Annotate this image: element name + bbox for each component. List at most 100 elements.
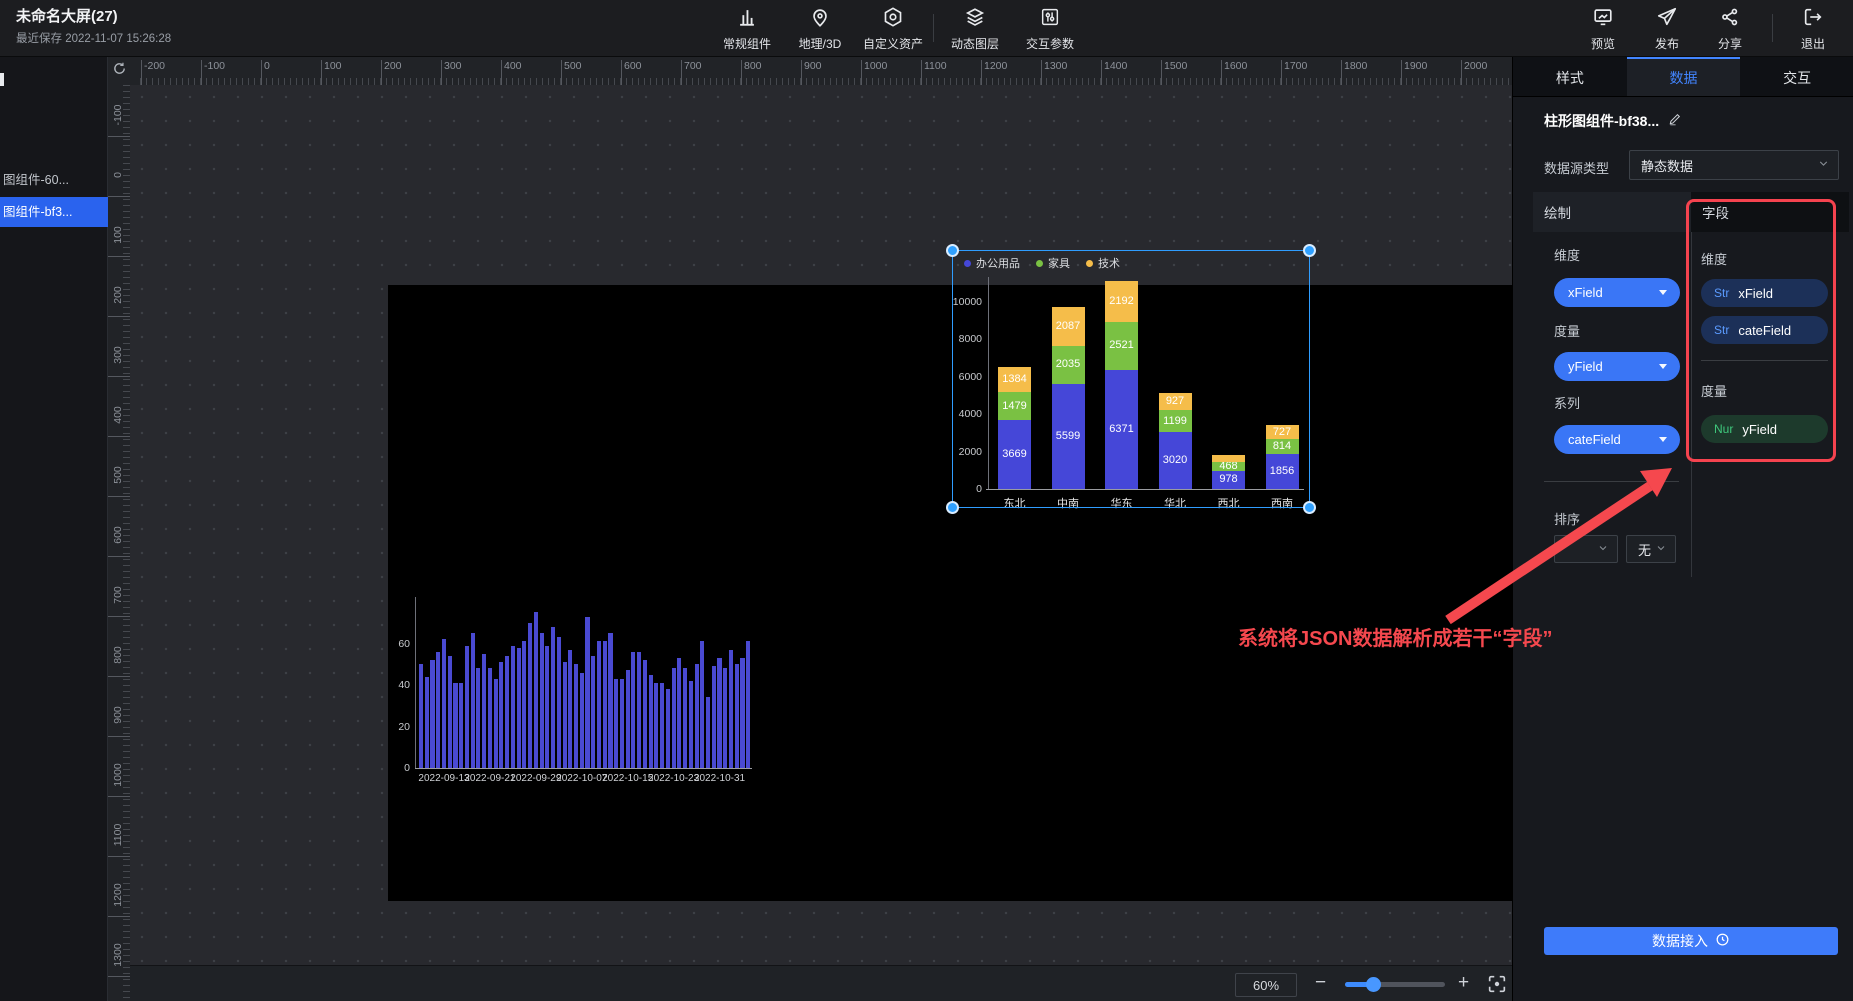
edit-pencil-icon[interactable] bbox=[1668, 112, 1682, 131]
action-publish[interactable]: 发布 bbox=[1631, 6, 1703, 52]
ruler-label: 1100 bbox=[112, 815, 124, 855]
zoom-slider-handle[interactable] bbox=[1366, 977, 1381, 992]
toolbar-item-dynamic-layers[interactable]: 动态图层 bbox=[939, 6, 1011, 52]
ruler-label: -200 bbox=[144, 60, 165, 72]
field-chip-yfield[interactable]: Nur yField bbox=[1701, 415, 1828, 443]
sort-field-select[interactable] bbox=[1554, 535, 1618, 563]
paper-plane-icon bbox=[1656, 15, 1678, 32]
draw-column-divider bbox=[1544, 481, 1679, 482]
zoom-in-button[interactable]: + bbox=[1458, 971, 1469, 995]
editor-canvas[interactable] bbox=[130, 85, 1512, 1001]
toolbar-item-geo3d[interactable]: 地理/3D bbox=[784, 6, 856, 52]
toolbar-item-components[interactable]: 常规组件 bbox=[711, 6, 783, 52]
measure-label: 度量 bbox=[1554, 321, 1580, 340]
resize-handle-nw[interactable] bbox=[946, 244, 959, 257]
monitor-icon bbox=[1592, 15, 1614, 32]
ruler-label: 1400 bbox=[1104, 60, 1127, 72]
field-chip-xfield[interactable]: Str xField bbox=[1701, 279, 1828, 307]
layer-item[interactable]: 图组件-bf3... bbox=[0, 197, 108, 227]
ruler-tick bbox=[108, 196, 130, 197]
ruler-label: 1300 bbox=[1044, 60, 1067, 72]
ruler-tick bbox=[108, 496, 130, 497]
series-select-pill[interactable]: cateField bbox=[1554, 425, 1680, 454]
fields-column-divider bbox=[1701, 360, 1828, 361]
ruler-tick bbox=[108, 676, 130, 677]
ruler-label: 0 bbox=[264, 60, 270, 72]
vertical-ruler: -100010020030040050060070080090010001100… bbox=[108, 85, 130, 1001]
ruler-label: 1800 bbox=[1344, 60, 1367, 72]
toolbar-item-custom-assets[interactable]: 自定义资产 bbox=[857, 6, 929, 52]
column-divider bbox=[1691, 232, 1692, 577]
ruler-label: 1200 bbox=[984, 60, 1007, 72]
ruler-label: 600 bbox=[624, 60, 642, 72]
ruler-tick bbox=[108, 316, 130, 317]
ruler-tick bbox=[108, 976, 130, 977]
datasource-select[interactable]: 静态数据 bbox=[1629, 150, 1839, 180]
fields-column-header[interactable]: 字段 bbox=[1691, 192, 1849, 232]
ruler-tick bbox=[108, 796, 130, 797]
exit-icon bbox=[1802, 15, 1824, 32]
clock-circle-icon bbox=[1715, 932, 1730, 950]
ruler-label: 600 bbox=[112, 515, 124, 555]
chevron-down-icon bbox=[1817, 157, 1830, 173]
caret-down-icon bbox=[1659, 364, 1667, 369]
canvas-bottom-bar: 60% − + bbox=[130, 965, 1512, 1001]
hexagon-icon bbox=[882, 15, 904, 32]
ruler-label: 1000 bbox=[864, 60, 887, 72]
ruler-label: 1500 bbox=[1164, 60, 1187, 72]
inspector-panel: 样式 数据 交互 柱形图组件-bf38... 数据源类型 静态数据 绘制 字段 … bbox=[1512, 57, 1853, 1001]
measure-select-pill[interactable]: yField bbox=[1554, 352, 1680, 381]
action-exit[interactable]: 退出 bbox=[1777, 6, 1849, 52]
ruler-label: 800 bbox=[112, 635, 124, 675]
layer-item[interactable]: 图组件-60... bbox=[0, 165, 108, 195]
chevron-down-icon bbox=[1655, 542, 1667, 557]
ruler-tick bbox=[108, 436, 130, 437]
caret-down-icon bbox=[1659, 437, 1667, 442]
ruler-label: 200 bbox=[384, 60, 402, 72]
zoom-slider[interactable] bbox=[1345, 982, 1445, 987]
bar-chart-icon bbox=[736, 15, 758, 32]
caret-down-icon bbox=[1659, 290, 1667, 295]
draw-column-header[interactable]: 绘制 bbox=[1533, 192, 1691, 232]
ruler-label: 400 bbox=[504, 60, 522, 72]
top-header: 未命名大屏(27) 最近保存 2022-11-07 15:26:28 常规组件 … bbox=[0, 0, 1853, 57]
ruler-tick bbox=[108, 556, 130, 557]
resize-handle-sw[interactable] bbox=[946, 501, 959, 514]
horizontal-ruler: -200-10001002003004005006007008009001000… bbox=[130, 57, 1512, 85]
zoom-level-value[interactable]: 60% bbox=[1235, 973, 1297, 997]
toolbar-divider bbox=[933, 14, 934, 42]
refresh-icon[interactable] bbox=[112, 61, 127, 81]
field-chip-catefield[interactable]: Str cateField bbox=[1701, 316, 1828, 344]
fields-measure-label: 度量 bbox=[1701, 381, 1727, 400]
ruler-label: 1600 bbox=[1224, 60, 1247, 72]
tab-interaction[interactable]: 交互 bbox=[1740, 57, 1853, 96]
zoom-out-button[interactable]: − bbox=[1315, 971, 1326, 995]
dimension-label: 维度 bbox=[1554, 245, 1580, 264]
ruler-label: 300 bbox=[112, 335, 124, 375]
resize-handle-ne[interactable] bbox=[1303, 244, 1316, 257]
selection-frame[interactable] bbox=[952, 250, 1310, 508]
component-title-row: 柱形图组件-bf38... bbox=[1544, 111, 1682, 131]
ruler-label: 900 bbox=[804, 60, 822, 72]
resize-handle-se[interactable] bbox=[1303, 501, 1316, 514]
ruler-corner bbox=[108, 57, 130, 85]
component-name: 柱形图组件-bf38... bbox=[1544, 111, 1659, 131]
action-preview[interactable]: 预览 bbox=[1567, 6, 1639, 52]
ruler-label: 200 bbox=[112, 275, 124, 315]
sort-order-select[interactable]: 无 bbox=[1626, 535, 1676, 563]
toolbar-item-interactive-params[interactable]: 交互参数 bbox=[1014, 6, 1086, 52]
tab-data[interactable]: 数据 bbox=[1627, 57, 1741, 96]
data-access-button[interactable]: 数据接入 bbox=[1544, 927, 1838, 955]
fit-to-screen-icon[interactable] bbox=[1486, 973, 1508, 995]
ruler-label: 1000 bbox=[112, 755, 124, 795]
action-share[interactable]: 分享 bbox=[1694, 6, 1766, 52]
ruler-tick bbox=[108, 136, 130, 137]
title-block: 未命名大屏(27) 最近保存 2022-11-07 15:26:28 bbox=[16, 8, 171, 46]
dimension-select-pill[interactable]: xField bbox=[1554, 278, 1680, 307]
fields-dimension-label: 维度 bbox=[1701, 249, 1727, 268]
layers-panel: 图组件-60...图组件-bf3... bbox=[0, 57, 108, 1001]
artboard[interactable] bbox=[388, 285, 1512, 901]
tab-style[interactable]: 样式 bbox=[1513, 57, 1627, 96]
ruler-tick bbox=[108, 256, 130, 257]
layers-icon bbox=[964, 15, 986, 32]
